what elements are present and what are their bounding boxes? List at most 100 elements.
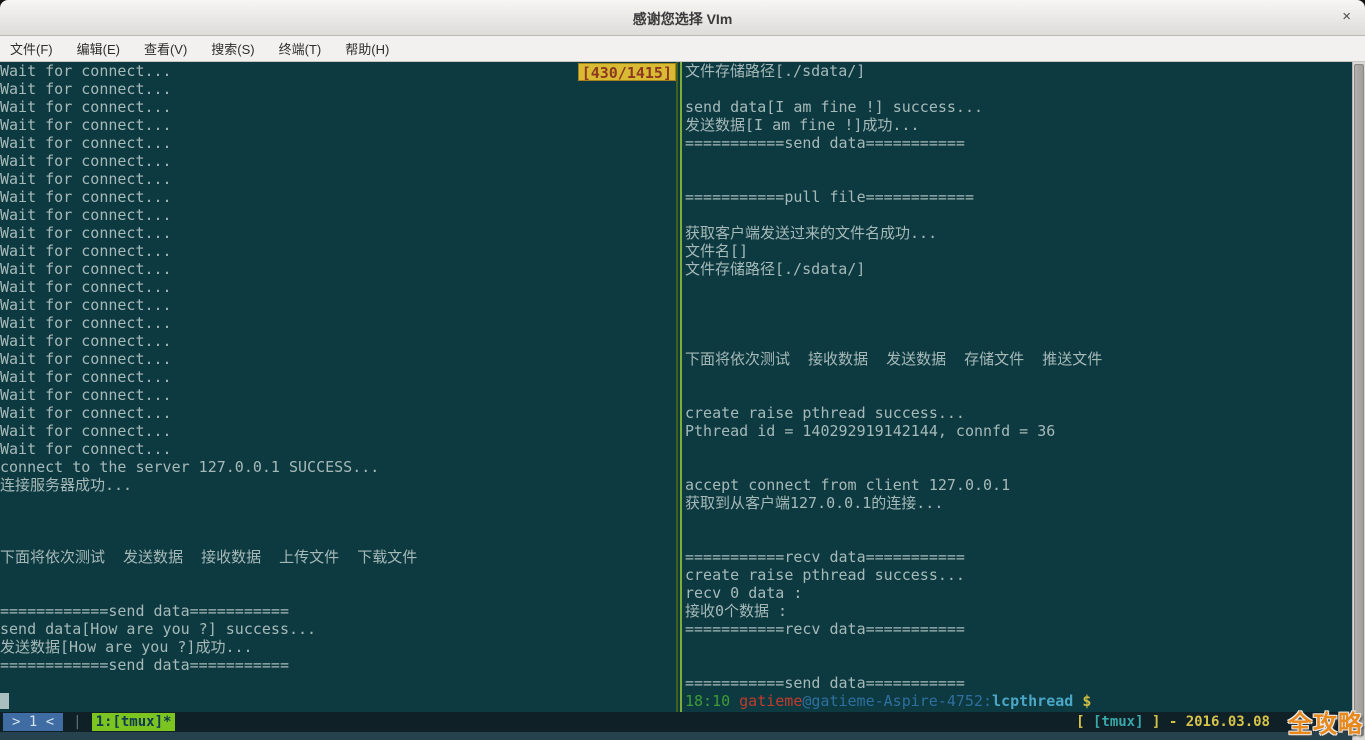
terminal-line: 文件名[] — [685, 242, 1352, 260]
tmux-pane-right[interactable]: 文件存储路径[./sdata/] send data[I am fine !] s… — [683, 62, 1352, 712]
pane-divider[interactable] — [676, 62, 683, 712]
terminal-line: ===========recv data=========== — [685, 620, 1352, 638]
menu-item[interactable]: 编辑(E) — [77, 39, 120, 58]
close-icon[interactable]: × — [1342, 8, 1351, 25]
terminal-line — [685, 332, 1352, 350]
terminal-line — [685, 152, 1352, 170]
terminal-line — [685, 314, 1352, 332]
terminal-line: Wait for connect... — [0, 188, 676, 206]
terminal-line: Wait for connect... — [0, 98, 676, 116]
pane-divider-line-dim — [676, 62, 678, 712]
terminal-line: Wait for connect... — [0, 404, 676, 422]
terminal-line: Wait for connect... — [0, 422, 676, 440]
terminal-line: ============send data=========== — [0, 602, 676, 620]
prompt-directory: lcpthread — [992, 692, 1073, 710]
status-dash: - — [1160, 714, 1185, 730]
terminal-line: 文件存储路径[./sdata/] — [685, 260, 1352, 278]
terminal-line: Wait for connect... — [0, 386, 676, 404]
terminal-line: ============send data=========== — [0, 656, 676, 674]
terminal-line: accept connect from client 127.0.0.1 — [685, 476, 1352, 494]
tmux-pane-left[interactable]: Wait for connect...Wait for connect...Wa… — [0, 62, 676, 712]
terminal-line — [685, 206, 1352, 224]
text-cursor — [0, 693, 9, 709]
terminal-line — [685, 278, 1352, 296]
prompt-host: @gatieme-Aspire-4752: — [802, 692, 992, 710]
terminal-line: Wait for connect... — [0, 440, 676, 458]
pane-divider-line-bright — [680, 62, 682, 712]
terminal-line — [685, 512, 1352, 530]
menu-item[interactable]: 终端(T) — [279, 39, 322, 58]
window-title: 感谢您选择 VIm — [0, 9, 1365, 29]
terminal-line: 获取到从客户端127.0.0.1的连接... — [685, 494, 1352, 512]
terminal-line: Wait for connect... — [0, 152, 676, 170]
terminal-line: Wait for connect... — [0, 134, 676, 152]
window-chip[interactable]: 1:[tmux]* — [92, 713, 176, 731]
terminal-line: ===========send data=========== — [685, 134, 1352, 152]
terminal-line: Wait for connect... — [0, 116, 676, 134]
terminal-line: Wait for connect... — [0, 242, 676, 260]
status-open-bracket: [ — [1076, 714, 1093, 730]
terminal-line — [0, 566, 676, 584]
terminal-line — [685, 80, 1352, 98]
terminal-line — [685, 656, 1352, 674]
terminal-line: 下面将依次测试 发送数据 接收数据 上传文件 下载文件 — [0, 548, 676, 566]
terminal-line: Wait for connect... — [0, 80, 676, 98]
terminal-line: 下面将依次测试 接收数据 发送数据 存储文件 推送文件 — [685, 350, 1352, 368]
terminal-window: 感谢您选择 VIm × 文件(F) 编辑(E) 查看(V) 搜索(S) 终端(T) 帮助(… — [0, 0, 1365, 740]
terminal-line: Wait for connect... — [0, 278, 676, 296]
menu-item[interactable]: 搜索(S) — [211, 39, 254, 58]
terminal-line: create raise pthread success... — [685, 566, 1352, 584]
pane-right-lines: 文件存储路径[./sdata/] send data[I am fine !] s… — [685, 62, 1352, 692]
terminal-line — [685, 530, 1352, 548]
watermark-logo: 全攻略 — [1288, 704, 1363, 739]
scrollbar-thumb[interactable] — [1354, 64, 1364, 736]
terminal-line: Wait for connect... — [0, 368, 676, 386]
status-session-name: [tmux] — [1093, 714, 1144, 730]
terminal-line: Wait for connect... — [0, 332, 676, 350]
terminal-line: Wait for connect... — [0, 350, 676, 368]
menu-item[interactable]: 帮助(H) — [345, 39, 389, 58]
scrollbar[interactable] — [1352, 62, 1365, 740]
terminal-line: 连接服务器成功... — [0, 476, 676, 494]
prompt-dollar-sign: $ — [1082, 692, 1091, 710]
terminal-line — [685, 368, 1352, 386]
terminal-line — [685, 638, 1352, 656]
terminal-line: send data[I am fine !] success... — [685, 98, 1352, 116]
terminal-line — [0, 584, 676, 602]
terminal-line: recv 0 data : — [685, 584, 1352, 602]
terminal-line — [685, 296, 1352, 314]
terminal-line — [685, 170, 1352, 188]
status-right: [ [tmux] ] - 2016.03.08 — [1076, 713, 1270, 731]
tmux-status-bar: > 1 < | 1:[tmux]* [ [tmux] ] - 2016.03.0… — [0, 712, 1352, 732]
pane-indicator-chip[interactable]: > 1 < — [3, 713, 63, 731]
bottom-strip — [0, 732, 1352, 740]
terminal-line — [685, 440, 1352, 458]
terminal-line — [685, 458, 1352, 476]
terminal-line: connect to the server 127.0.0.1 SUCCESS.… — [0, 458, 676, 476]
menubar: 文件(F) 编辑(E) 查看(V) 搜索(S) 终端(T) 帮助(H) — [0, 36, 1365, 62]
terminal-line: create raise pthread success... — [685, 404, 1352, 422]
prompt-user: gatieme — [739, 692, 802, 710]
terminal-line: 接收0个数据 : — [685, 602, 1352, 620]
menu-item[interactable]: 查看(V) — [144, 39, 187, 58]
prompt-time: 18:10 — [685, 692, 730, 710]
terminal-line: Wait for connect... — [0, 260, 676, 278]
menu-item[interactable]: 文件(F) — [10, 39, 53, 58]
terminal-area: Wait for connect...Wait for connect...Wa… — [0, 62, 1365, 740]
terminal-line: 发送数据[How are you ?]成功... — [0, 638, 676, 656]
terminal-line: Pthread id = 140292919142144, connfd = 3… — [685, 422, 1352, 440]
pane-left-lines: Wait for connect...Wait for connect...Wa… — [0, 62, 676, 692]
titlebar[interactable]: 感谢您选择 VIm × — [0, 0, 1365, 36]
terminal-line — [0, 494, 676, 512]
terminal-line: Wait for connect... — [0, 224, 676, 242]
terminal-line — [685, 386, 1352, 404]
terminal-line: ===========recv data=========== — [685, 548, 1352, 566]
terminal-line: 获取客户端发送过来的文件名成功... — [685, 224, 1352, 242]
shell-prompt: 18:10 gatieme @gatieme-Aspire-4752: lcpt… — [685, 692, 1352, 710]
terminal-line: Wait for connect... — [0, 62, 676, 80]
status-separator: | — [73, 714, 81, 730]
scroll-position-badge: [430/1415] — [578, 63, 676, 81]
terminal-line: ===========pull file============ — [685, 188, 1352, 206]
terminal-line — [0, 674, 676, 692]
terminal-line: ===========send data=========== — [685, 674, 1352, 692]
